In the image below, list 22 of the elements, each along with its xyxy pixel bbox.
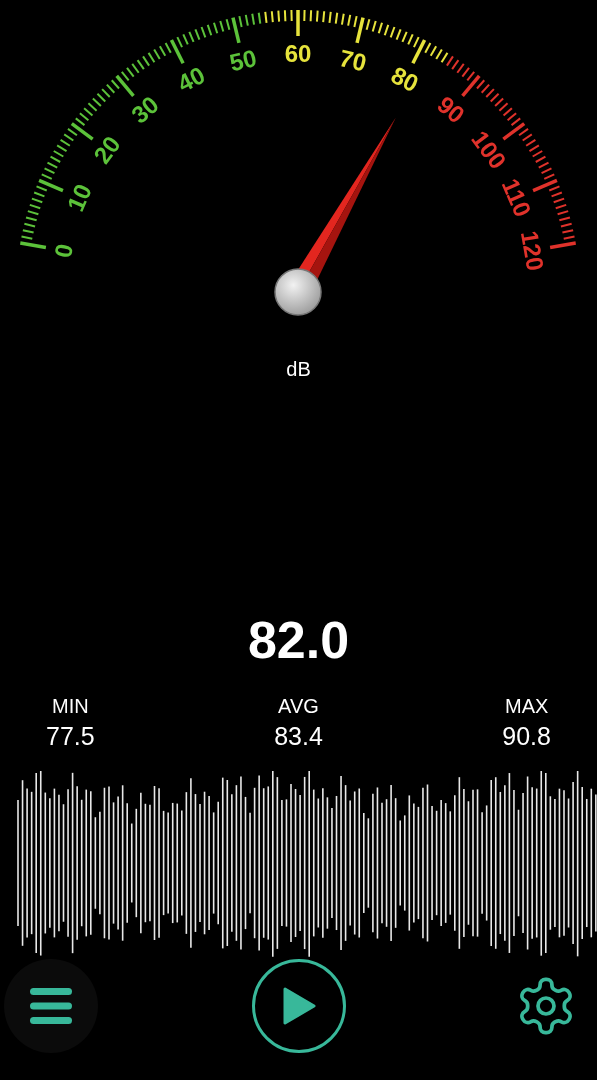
scale-label: 40 xyxy=(173,61,210,98)
scale-label: 0 xyxy=(49,241,78,260)
scale-label: 60 xyxy=(284,40,312,68)
stat-label: AVG xyxy=(278,696,319,716)
stat-value: 83.4 xyxy=(274,724,323,749)
stat-label: MAX xyxy=(504,696,549,716)
scale-label: 80 xyxy=(386,61,423,98)
unit-label: dB xyxy=(286,357,311,382)
scale-label: 30 xyxy=(126,90,164,129)
play-button[interactable] xyxy=(251,959,346,1053)
sound-level-reading: 82.0 xyxy=(247,614,350,666)
scale-label: 20 xyxy=(88,131,126,169)
stat-label: MIN xyxy=(52,696,89,716)
scale-label: 50 xyxy=(226,44,260,77)
scale-label: 110 xyxy=(496,174,537,221)
stat-value: 90.8 xyxy=(502,724,551,749)
menu-icon xyxy=(28,986,74,1026)
scale-label: 70 xyxy=(336,44,370,77)
scale-label: 120 xyxy=(515,228,550,273)
stat-value: 77.5 xyxy=(46,724,95,749)
needle-hub xyxy=(274,268,322,316)
scale-label: 10 xyxy=(61,180,97,216)
